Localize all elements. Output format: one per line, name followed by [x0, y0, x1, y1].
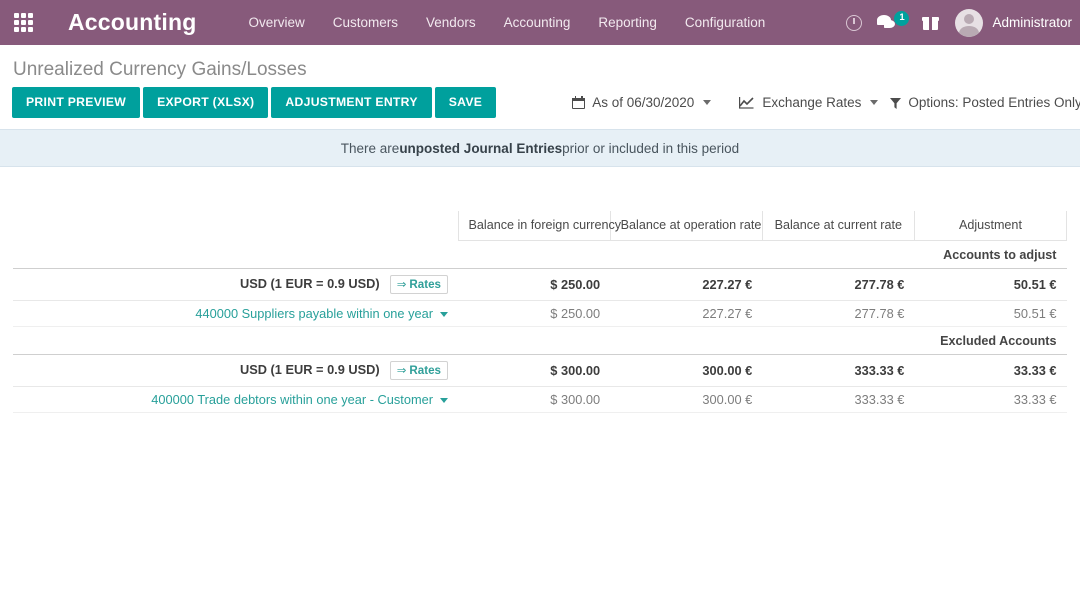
chevron-down-icon[interactable] [440, 398, 448, 404]
cell-adjustment: 50.51 € [914, 268, 1067, 301]
column-header-blank [13, 211, 458, 241]
rates-badge-label: Rates [409, 278, 441, 291]
apps-menu-button[interactable] [0, 0, 46, 45]
app-brand-title: Accounting [68, 9, 197, 35]
date-filter[interactable]: As of 06/30/2020 [568, 95, 717, 110]
user-name-label: Administrator [992, 15, 1072, 30]
save-button[interactable]: SAVE [434, 87, 497, 118]
adjustment-entry-button[interactable]: ADJUSTMENT ENTRY [271, 87, 432, 118]
account-line-label-cell: 400000 Trade debtors within one year - C… [13, 386, 458, 413]
column-header-adjustment: Adjustment [913, 211, 1068, 241]
rates-badge-label: Rates [409, 364, 441, 377]
top-navbar: Accounting Overview Customers Vendors Ac… [0, 0, 1080, 45]
rates-badge-button[interactable]: ⇒ Rates [389, 275, 448, 294]
report-container: Balance in foreign currency Balance at o… [0, 211, 1080, 413]
table-row[interactable]: USD (1 EUR = 0.9 USD) ⇒ Rates $ 300.00 300… [13, 354, 1067, 387]
banner-strong: unposted Journal Entries [399, 140, 563, 156]
export-xlsx-button[interactable]: EXPORT (XLSX) [143, 87, 269, 118]
cell-adjustment: 33.33 € [914, 354, 1067, 387]
rates-badge-button[interactable]: ⇒ Rates [389, 361, 448, 380]
exchange-rates-filter-label: Exchange Rates [762, 95, 862, 110]
menu-item-overview[interactable]: Overview [235, 0, 319, 45]
cell-balance-operation-rate: 300.00 € [610, 354, 763, 387]
cell-adjustment: 50.51 € [914, 300, 1067, 327]
avatar-icon [955, 8, 984, 37]
funnel-icon [890, 97, 902, 109]
unrealized-gains-losses-table: Balance in foreign currency Balance at o… [13, 211, 1068, 413]
column-header-balance-operation-rate: Balance at operation rate [609, 211, 763, 241]
cell-balance-current-rate: 277.78 € [762, 300, 915, 327]
gift-icon [921, 15, 939, 30]
calendar-icon [572, 96, 586, 109]
date-filter-label: As of 06/30/2020 [592, 95, 695, 110]
enterprise-upgrade-button[interactable] [911, 0, 949, 45]
menu-item-configuration[interactable]: Configuration [671, 0, 779, 45]
section-title-excluded-accounts: Excluded Accounts [13, 326, 1067, 355]
cell-balance-current-rate: 333.33 € [762, 386, 915, 413]
chevron-down-icon [870, 100, 879, 105]
control-panel-row: PRINT PREVIEW EXPORT (XLSX) ADJUSTMENT E… [12, 87, 1080, 118]
currency-line-label-cell: USD (1 EUR = 0.9 USD) ⇒ Rates [13, 354, 458, 387]
currency-line-label-cell: USD (1 EUR = 0.9 USD) ⇒ Rates [13, 268, 458, 301]
rates-arrow-icon: ⇒ [396, 364, 407, 377]
activity-menu-button[interactable] [835, 0, 873, 45]
user-menu-button[interactable]: Administrator [949, 0, 1080, 45]
messaging-menu-button[interactable]: 1 [873, 0, 911, 45]
systray: 1 Administrator [835, 0, 1080, 45]
currency-label: USD (1 EUR = 0.9 USD) [239, 275, 380, 291]
account-link[interactable]: 400000 Trade debtors within one year - C… [151, 392, 433, 407]
banner-suffix: prior or included in this period [562, 140, 740, 156]
cell-balance-foreign-currency: $ 250.00 [458, 268, 611, 301]
messages-count-badge: 1 [894, 10, 910, 26]
page-title: Unrealized Currency Gains/Losses [13, 59, 307, 80]
cell-balance-current-rate: 277.78 € [762, 268, 915, 301]
section-title-accounts-to-adjust: Accounts to adjust [13, 240, 1067, 269]
menu-item-reporting[interactable]: Reporting [584, 0, 671, 45]
column-header-balance-current-rate: Balance at current rate [761, 211, 915, 241]
section-header-row: Accounts to adjust [13, 240, 1067, 269]
unposted-entries-banner: There are unposted Journal Entries prior… [0, 129, 1080, 167]
menu-item-accounting[interactable]: Accounting [490, 0, 585, 45]
account-line-label-cell: 440000 Suppliers payable within one year [13, 300, 458, 327]
cell-balance-foreign-currency: $ 300.00 [458, 386, 611, 413]
control-panel: Unrealized Currency Gains/Losses PRINT P… [0, 45, 1080, 118]
chevron-down-icon [703, 100, 712, 105]
apps-grid-icon [13, 13, 33, 32]
options-filter-label: Options: Posted Entries Only [908, 95, 1080, 110]
column-header-balance-foreign-currency: Balance in foreign currency [457, 211, 621, 241]
print-preview-button[interactable]: PRINT PREVIEW [12, 87, 141, 118]
rates-arrow-icon: ⇒ [396, 278, 407, 291]
line-chart-icon [739, 96, 754, 109]
cell-balance-operation-rate: 227.27 € [610, 268, 763, 301]
cell-adjustment: 33.33 € [914, 386, 1067, 413]
options-filter[interactable]: Options: Posted Entries Only [886, 95, 1080, 110]
menu-item-vendors[interactable]: Vendors [412, 0, 490, 45]
chat-icon: 1 [877, 10, 910, 34]
cell-balance-foreign-currency: $ 250.00 [458, 300, 611, 327]
cell-balance-current-rate: 333.33 € [762, 354, 915, 387]
report-action-buttons: PRINT PREVIEW EXPORT (XLSX) ADJUSTMENT E… [12, 87, 497, 118]
table-header-row: Balance in foreign currency Balance at o… [13, 211, 1068, 241]
cell-balance-operation-rate: 227.27 € [610, 300, 763, 327]
menu-item-customers[interactable]: Customers [319, 0, 412, 45]
table-row[interactable]: 440000 Suppliers payable within one year… [13, 300, 1067, 327]
table-row[interactable]: USD (1 EUR = 0.9 USD) ⇒ Rates $ 250.00 227… [13, 268, 1067, 301]
cell-balance-operation-rate: 300.00 € [610, 386, 763, 413]
table-row[interactable]: 400000 Trade debtors within one year - C… [13, 386, 1067, 413]
banner-prefix: There are [340, 140, 400, 156]
currency-label: USD (1 EUR = 0.9 USD) [239, 361, 380, 377]
main-menu: Overview Customers Vendors Accounting Re… [235, 0, 780, 45]
account-link[interactable]: 440000 Suppliers payable within one year [195, 306, 433, 321]
section-header-row: Excluded Accounts [13, 326, 1067, 355]
cell-balance-foreign-currency: $ 300.00 [458, 354, 611, 387]
report-filters: As of 06/30/2020 Exchange Rates Options:… [568, 95, 1080, 110]
exchange-rates-filter[interactable]: Exchange Rates [735, 95, 884, 110]
chevron-down-icon[interactable] [440, 312, 448, 318]
clock-icon [846, 14, 863, 31]
